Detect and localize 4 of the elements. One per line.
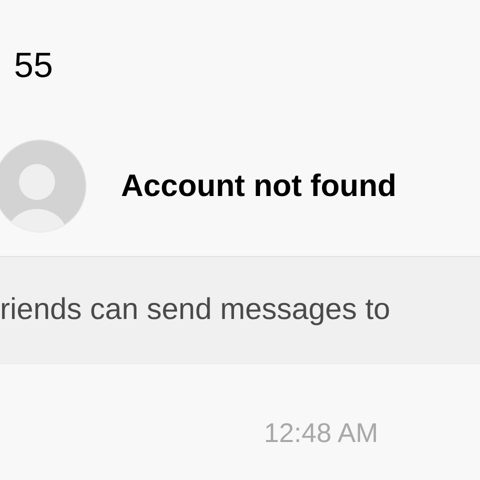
notice-text: riends can send messages to [0, 293, 390, 327]
contact-number: 55 [13, 45, 54, 86]
message-time: 12:48 AM [264, 418, 378, 449]
contact-name: Account not found [121, 168, 396, 204]
